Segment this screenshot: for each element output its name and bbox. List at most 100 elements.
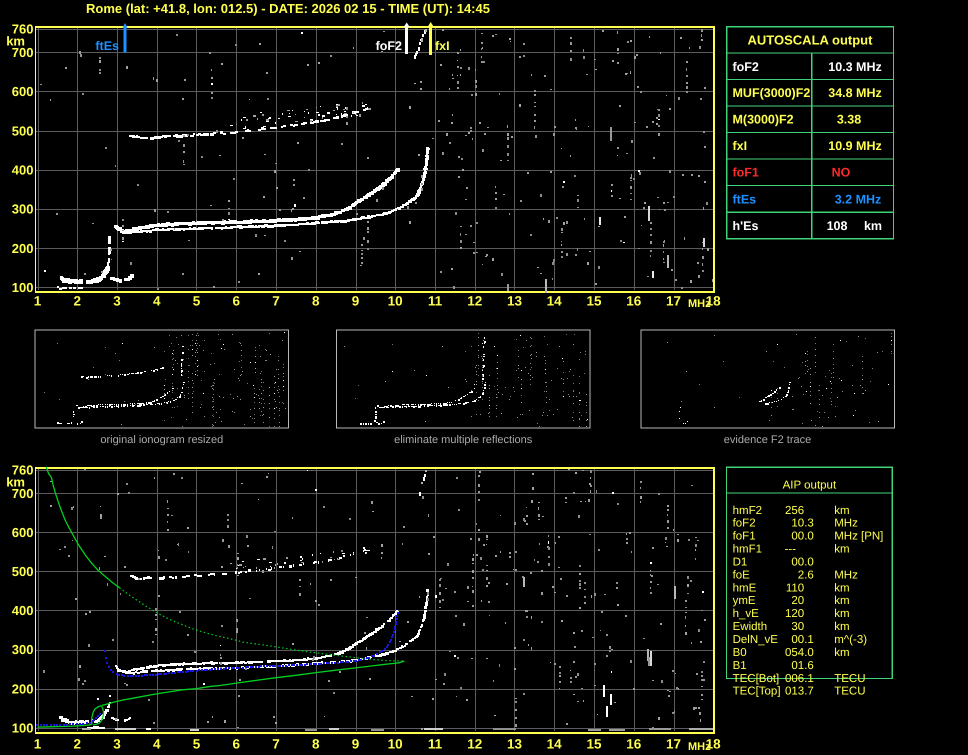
svg-text:600: 600 [12, 525, 34, 540]
svg-text:.7: .7 [804, 686, 814, 698]
svg-text:11: 11 [428, 294, 443, 309]
svg-text:.6: .6 [804, 660, 814, 672]
svg-text:ftEs: ftEs [733, 192, 757, 206]
svg-text:h_vE: h_vE [733, 608, 760, 620]
svg-text:km: km [834, 595, 849, 607]
svg-text:20: 20 [791, 595, 804, 607]
svg-text:.1: .1 [804, 673, 814, 685]
svg-text:10: 10 [388, 737, 403, 752]
svg-text:foE: foE [733, 569, 751, 581]
svg-text:km: km [834, 647, 849, 659]
svg-text:hmF2: hmF2 [733, 505, 762, 517]
svg-text:3: 3 [113, 294, 121, 309]
svg-text:10: 10 [388, 294, 403, 309]
svg-text:---: --- [785, 544, 797, 556]
svg-text:11: 11 [428, 737, 443, 752]
svg-text:foF2: foF2 [376, 39, 402, 53]
svg-text:Rome (lat: +41.8, lon: 012.5): Rome (lat: +41.8, lon: 012.5) - DATE: 20… [86, 1, 490, 16]
svg-text:hmF1: hmF1 [733, 544, 762, 556]
svg-text:foF1: foF1 [733, 166, 759, 180]
svg-text:km: km [834, 621, 849, 633]
svg-text:foF2: foF2 [733, 518, 756, 530]
svg-text:500: 500 [12, 564, 34, 579]
svg-text:km: km [834, 582, 849, 594]
svg-text:5: 5 [193, 294, 201, 309]
svg-text:6: 6 [232, 737, 240, 752]
svg-text:400: 400 [12, 603, 34, 618]
svg-text:km: km [6, 34, 25, 49]
svg-text:120: 120 [785, 608, 804, 620]
svg-text:[PN]: [PN] [861, 531, 883, 543]
svg-text:D1: D1 [733, 557, 748, 569]
svg-text:14: 14 [547, 294, 563, 309]
svg-text:1: 1 [34, 737, 42, 752]
svg-text:2: 2 [73, 737, 81, 752]
svg-text:7: 7 [272, 737, 280, 752]
svg-text:km: km [834, 608, 849, 620]
svg-text:01: 01 [791, 660, 804, 672]
svg-text:ymE: ymE [733, 595, 756, 607]
svg-text:fxI: fxI [733, 139, 748, 153]
svg-text:m^(-3): m^(-3) [834, 634, 867, 646]
svg-text:10.9 MHz: 10.9 MHz [828, 139, 882, 153]
svg-text:100: 100 [12, 280, 34, 295]
svg-text:DelN_vE: DelN_vE [733, 634, 779, 646]
svg-text:15: 15 [586, 737, 602, 752]
svg-text:00: 00 [791, 557, 804, 569]
svg-text:B0: B0 [733, 647, 747, 659]
svg-text:.6: .6 [804, 569, 814, 581]
svg-text:fxI: fxI [435, 39, 450, 53]
svg-text:M(3000)F2: M(3000)F2 [733, 113, 794, 127]
svg-text:17: 17 [666, 737, 681, 752]
svg-text:110: 110 [786, 582, 804, 594]
svg-text:1: 1 [34, 294, 42, 309]
svg-text:400: 400 [12, 163, 34, 178]
svg-text:ftEs: ftEs [95, 39, 119, 53]
svg-text:km: km [6, 475, 25, 490]
svg-text:6: 6 [232, 294, 240, 309]
svg-text:12: 12 [467, 294, 482, 309]
svg-text:30: 30 [791, 621, 804, 633]
svg-text:00: 00 [791, 634, 804, 646]
svg-text:MHz: MHz [834, 531, 858, 543]
svg-text:.3: .3 [804, 518, 814, 530]
svg-text:TECU: TECU [834, 686, 865, 698]
svg-text:200: 200 [12, 681, 34, 696]
svg-text:2: 2 [73, 294, 81, 309]
svg-text:16: 16 [626, 737, 642, 752]
svg-text:foF1: foF1 [733, 531, 756, 543]
svg-text:original ionogram resized: original ionogram resized [100, 434, 223, 446]
svg-text:9: 9 [352, 294, 360, 309]
svg-text:15: 15 [586, 294, 602, 309]
svg-text:10.3 MHz: 10.3 MHz [828, 60, 882, 74]
svg-text:MHz: MHz [688, 741, 711, 753]
svg-text:TECU: TECU [834, 673, 865, 685]
svg-text:4: 4 [153, 737, 161, 752]
svg-text:.0: .0 [804, 531, 814, 543]
svg-text:3.2 MHz: 3.2 MHz [835, 192, 882, 206]
svg-text:km: km [864, 219, 882, 233]
svg-text:500: 500 [12, 123, 34, 138]
svg-text:5: 5 [193, 737, 201, 752]
svg-text:8: 8 [312, 294, 320, 309]
svg-text:34.8 MHz: 34.8 MHz [828, 86, 882, 100]
svg-text:3: 3 [113, 737, 121, 752]
svg-text:006: 006 [785, 673, 804, 685]
svg-text:00: 00 [791, 531, 804, 543]
svg-text:300: 300 [12, 642, 34, 657]
svg-text:4: 4 [153, 294, 161, 309]
svg-text:MHz: MHz [834, 518, 858, 530]
svg-text:km: km [834, 505, 849, 517]
svg-text:evidence F2 trace: evidence F2 trace [724, 434, 811, 446]
svg-text:h'Es: h'Es [733, 219, 759, 233]
svg-text:10: 10 [791, 518, 804, 530]
svg-text:8: 8 [312, 737, 320, 752]
svg-text:hmE: hmE [733, 582, 757, 594]
svg-text:256: 256 [785, 505, 804, 517]
svg-text:013: 013 [785, 686, 804, 698]
svg-text:600: 600 [12, 84, 34, 99]
svg-text:.0: .0 [804, 647, 814, 659]
svg-text:Ewidth: Ewidth [733, 621, 768, 633]
svg-text:13: 13 [507, 737, 523, 752]
svg-text:TEC[Bot]: TEC[Bot] [733, 673, 780, 685]
